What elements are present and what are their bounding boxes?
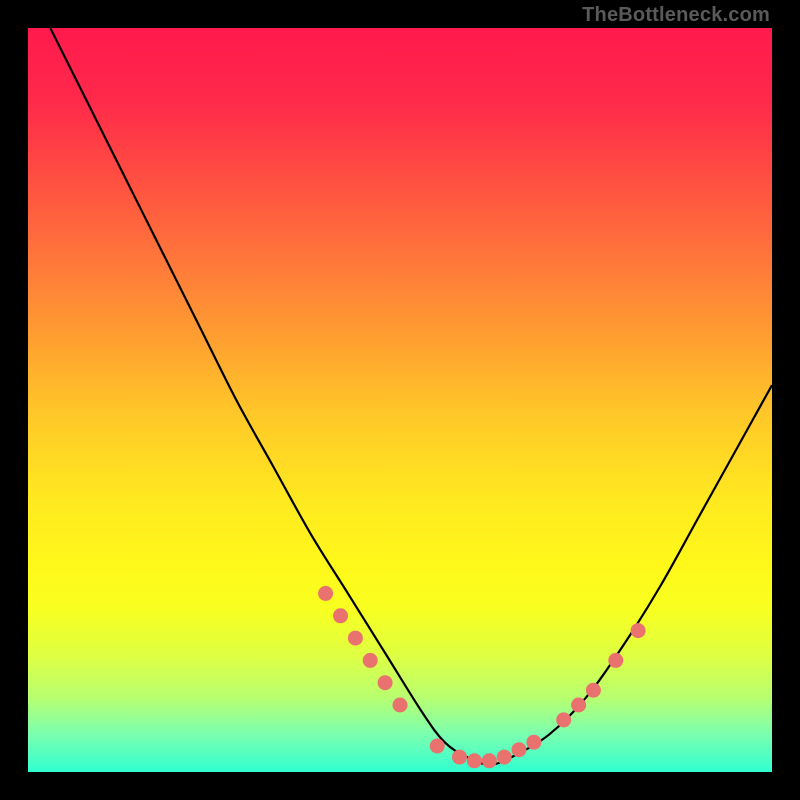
marker-dot (363, 653, 378, 668)
marker-dot (571, 698, 586, 713)
marker-dot (378, 675, 393, 690)
marker-dot (452, 750, 467, 765)
watermark-text: TheBottleneck.com (582, 4, 770, 27)
marker-dot (318, 586, 333, 601)
marker-dot (631, 623, 646, 638)
bottleneck-curve (50, 28, 772, 765)
marker-dot (608, 653, 623, 668)
marker-dot (482, 753, 497, 768)
marker-dot (393, 698, 408, 713)
marker-dot (467, 753, 482, 768)
marker-dot (348, 631, 363, 646)
marker-dot (497, 750, 512, 765)
marker-dot (586, 683, 601, 698)
marker-dot (512, 742, 527, 757)
chart-plot-area (28, 28, 772, 772)
marker-dot (556, 712, 571, 727)
marker-dot (430, 739, 445, 754)
chart-svg (28, 28, 772, 772)
marker-dot (333, 608, 348, 623)
marker-dot (526, 735, 541, 750)
marker-dots (318, 586, 645, 768)
